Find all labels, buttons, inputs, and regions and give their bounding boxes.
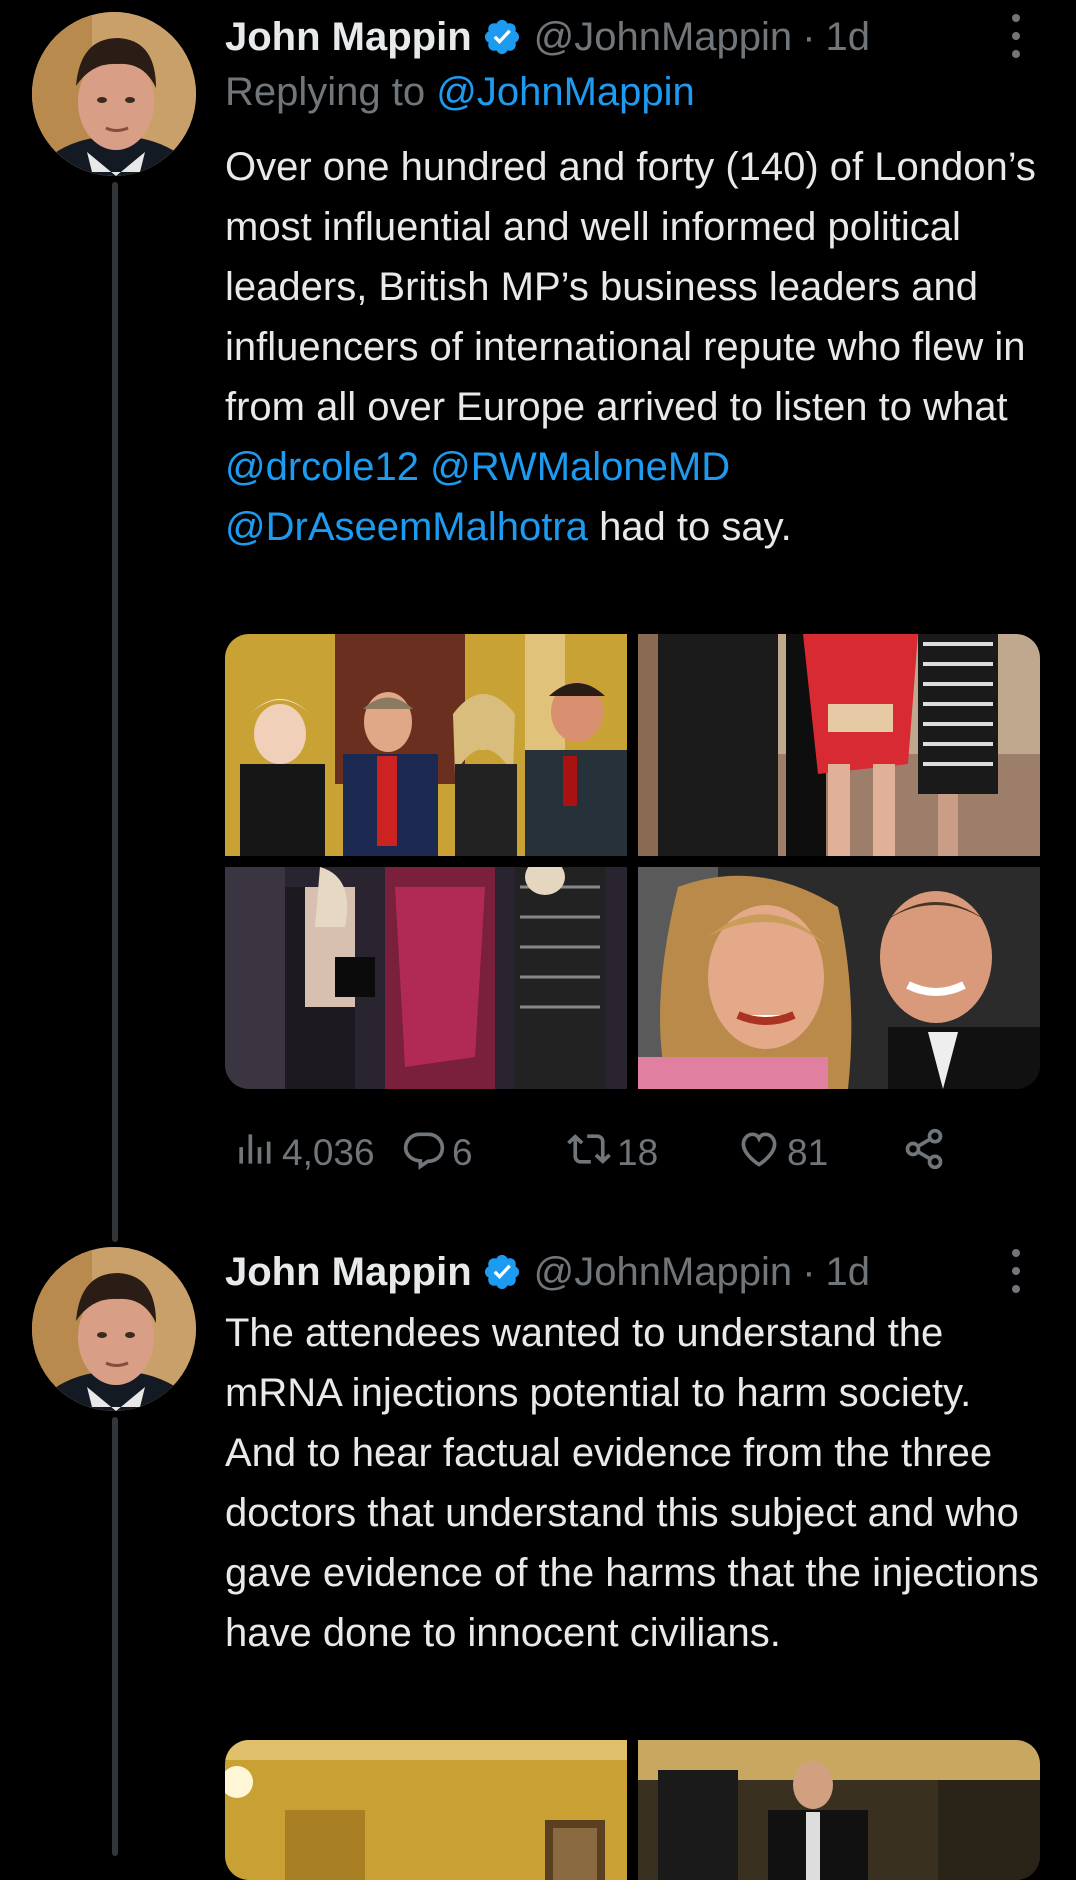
reply-button[interactable]: 6 xyxy=(402,1128,473,1178)
author-name[interactable]: John Mappin xyxy=(225,1250,472,1295)
media-photo[interactable] xyxy=(638,634,1040,856)
more-icon[interactable] xyxy=(1004,1249,1028,1293)
mention-link[interactable]: @RWMaloneMD xyxy=(430,445,730,489)
views-icon xyxy=(232,1127,282,1180)
tweet-text: Over one hundred and forty (140) of Lond… xyxy=(225,137,1045,557)
tweet-actions: 4,036 6 18 81 xyxy=(232,1128,992,1178)
verified-badge-icon xyxy=(482,17,522,57)
separator: · xyxy=(802,1249,816,1294)
reply-handle-link[interactable]: @JohnMappin xyxy=(436,70,695,114)
author-name[interactable]: John Mappin xyxy=(225,15,472,60)
tweet-text: The attendees wanted to understand the m… xyxy=(225,1303,1045,1663)
timestamp[interactable]: 1d xyxy=(826,1250,871,1295)
avatar[interactable] xyxy=(32,1247,196,1411)
share-icon xyxy=(902,1127,952,1180)
views-button[interactable]: 4,036 xyxy=(232,1128,375,1178)
media-photo[interactable] xyxy=(638,867,1040,1089)
tweet-body: The attendees wanted to understand the m… xyxy=(225,1311,1050,1655)
media-photo[interactable] xyxy=(638,1740,1040,1880)
replying-to: Replying to @JohnMappin xyxy=(225,70,695,115)
tweet-header: John Mappin @JohnMappin · 1d xyxy=(225,1247,870,1297)
tweet-body: Over one hundred and forty (140) of Lond… xyxy=(225,145,1036,429)
share-button[interactable] xyxy=(902,1128,952,1178)
thread-line xyxy=(112,1417,118,1856)
mention-link[interactable]: @drcole12 xyxy=(225,445,419,489)
like-count: 81 xyxy=(787,1132,829,1173)
media-photo[interactable] xyxy=(225,867,627,1089)
retweet-count: 18 xyxy=(617,1132,659,1173)
media-photo[interactable] xyxy=(225,1740,627,1880)
mention-link[interactable]: @DrAseemMalhotra xyxy=(225,505,588,549)
reply-count: 6 xyxy=(452,1132,473,1173)
like-icon xyxy=(737,1127,787,1180)
like-button[interactable]: 81 xyxy=(737,1128,828,1178)
tweet-body-end: had to say. xyxy=(599,505,792,549)
avatar[interactable] xyxy=(32,12,196,176)
verified-badge-icon xyxy=(482,1252,522,1292)
thread-line xyxy=(112,182,118,1242)
timestamp[interactable]: 1d xyxy=(826,15,871,60)
media-grid xyxy=(225,634,1040,1089)
retweet-button[interactable]: 18 xyxy=(567,1128,658,1178)
author-handle[interactable]: @JohnMappin xyxy=(534,1250,793,1295)
views-count: 4,036 xyxy=(282,1132,375,1173)
author-handle[interactable]: @JohnMappin xyxy=(534,15,793,60)
separator: · xyxy=(802,14,816,59)
retweet-icon xyxy=(567,1127,617,1180)
media-grid xyxy=(225,1740,1040,1880)
reply-prefix: Replying to xyxy=(225,70,426,114)
reply-icon xyxy=(402,1127,452,1180)
media-photo[interactable] xyxy=(225,634,627,856)
more-icon[interactable] xyxy=(1004,14,1028,58)
tweet-header: John Mappin @JohnMappin · 1d xyxy=(225,12,870,62)
